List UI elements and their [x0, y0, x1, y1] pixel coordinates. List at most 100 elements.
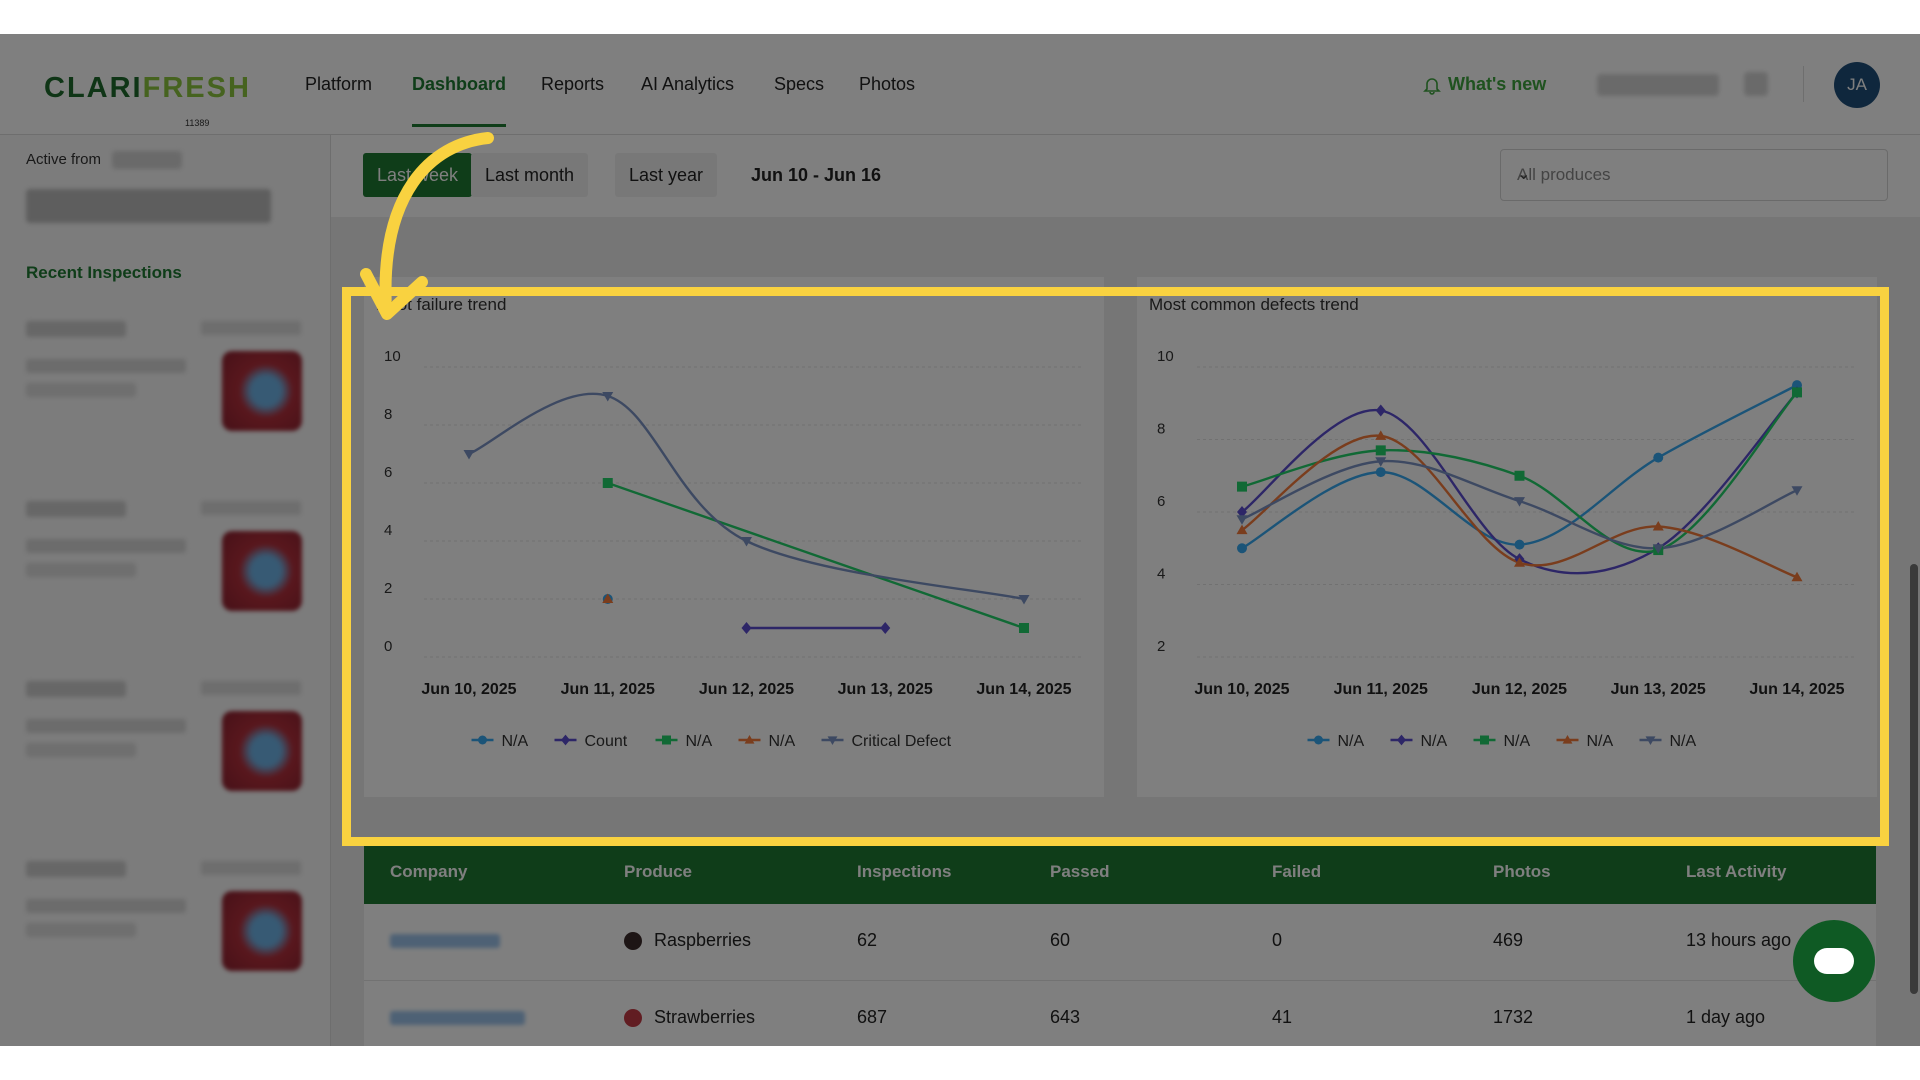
x-tick-label: Jun 12, 2025	[1472, 681, 1567, 698]
page-scrollbar[interactable]	[1910, 564, 1918, 994]
active-from-label: Active from	[26, 151, 102, 168]
x-tick-label: Jun 14, 2025	[1749, 681, 1844, 698]
date-filter-bar: Last week Last month Last year Jun 10 - …	[331, 135, 1920, 217]
photos-cell: 469	[1493, 930, 1524, 950]
data-point[interactable]	[602, 478, 613, 488]
chat-icon	[1814, 948, 1854, 974]
whats-new-label: What's new	[1448, 74, 1547, 94]
data-point[interactable]	[1792, 387, 1802, 398]
data-point[interactable]	[741, 622, 752, 634]
recent-inspection-item[interactable]	[26, 321, 306, 461]
legend-label[interactable]: N/A	[1421, 733, 1448, 750]
legend-label[interactable]: N/A	[769, 733, 796, 750]
produce-select[interactable]: All produces ⌄	[1500, 149, 1888, 201]
produce-cell: Raspberries	[624, 930, 751, 951]
legend-label[interactable]: Critical Defect	[852, 733, 952, 750]
filter-last-month[interactable]: Last month	[471, 153, 589, 197]
photos-cell: 1732	[1493, 1007, 1534, 1027]
series-line[interactable]	[607, 481, 1025, 630]
x-tick-label: Jun 14, 2025	[976, 681, 1071, 698]
legend-label[interactable]: N/A	[1504, 733, 1531, 750]
inspections-cell: 62	[857, 930, 878, 950]
data-point[interactable]	[1375, 467, 1386, 478]
company-link-blurred[interactable]	[390, 1011, 525, 1025]
column-header-company[interactable]: Company	[390, 862, 467, 882]
recent-inspection-item[interactable]	[26, 861, 306, 1001]
data-point[interactable]	[463, 450, 475, 460]
column-header-failed[interactable]: Failed	[1272, 862, 1321, 882]
inspection-thumbnail[interactable]	[222, 891, 302, 971]
x-tick-label: Jun 11, 2025	[1334, 681, 1428, 698]
data-point[interactable]	[1514, 470, 1525, 481]
inspections-cell: 687	[857, 1007, 888, 1027]
legend-label[interactable]: N/A	[502, 733, 529, 750]
header-divider	[1803, 66, 1804, 102]
series-line[interactable]	[1241, 384, 1798, 550]
nav-specs[interactable]: Specs	[774, 74, 824, 95]
legend-label[interactable]: Count	[585, 733, 628, 750]
nav-ai-analytics[interactable]: AI Analytics	[641, 74, 734, 95]
user-avatar[interactable]: JA	[1834, 62, 1880, 108]
column-header-last-activity[interactable]: Last Activity	[1686, 862, 1786, 882]
data-point[interactable]	[1653, 452, 1664, 463]
y-tick-label: 2	[1157, 638, 1165, 655]
company-name-blurred	[26, 189, 271, 223]
recent-inspection-item[interactable]	[26, 501, 306, 641]
legend-label[interactable]: N/A	[1587, 733, 1614, 750]
y-tick-label: 8	[1157, 421, 1165, 438]
x-tick-label: Jun 13, 2025	[838, 681, 933, 698]
nav-reports[interactable]: Reports	[541, 74, 604, 95]
inspection-thumbnail[interactable]	[222, 351, 302, 431]
root-failure-trend-plot: 0 2 4 6 8 10 Jun 10, 2025 Jun 11, 2025 Jun 12, 2…	[384, 348, 1084, 750]
top-navigation-bar: CLARIFRESH 11389 Platform Dashboard Repo…	[0, 34, 1920, 135]
legend-label[interactable]: N/A	[1670, 733, 1697, 750]
filter-last-week[interactable]: Last week	[363, 153, 473, 197]
legend-marker[interactable]	[1314, 735, 1323, 745]
inspection-thumbnail[interactable]	[222, 711, 302, 791]
legend-marker[interactable]	[561, 734, 570, 746]
data-point[interactable]	[1236, 515, 1248, 525]
data-point[interactable]	[1375, 404, 1386, 417]
data-point[interactable]	[1375, 445, 1386, 456]
most-common-defects-trend-chart: Most common defects trend 2 4 6 8 10 Jun 10, …	[1137, 277, 1877, 797]
recent-inspection-item[interactable]	[26, 681, 306, 821]
y-tick-label: 4	[1157, 566, 1165, 583]
legend-label[interactable]: N/A	[1338, 733, 1365, 750]
legend-marker[interactable]	[1480, 735, 1489, 745]
chat-support-button[interactable]	[1793, 920, 1875, 1002]
bell-icon	[1423, 77, 1441, 95]
data-point[interactable]	[1237, 543, 1247, 554]
legend-marker[interactable]	[478, 735, 487, 745]
company-link-blurred[interactable]	[390, 934, 500, 948]
failed-cell: 41	[1272, 1007, 1293, 1027]
y-tick-label: 2	[384, 580, 392, 597]
data-point[interactable]	[1019, 623, 1029, 633]
column-header-photos[interactable]: Photos	[1493, 862, 1551, 882]
legend-marker[interactable]	[662, 735, 671, 745]
data-point[interactable]	[1514, 539, 1525, 550]
logo-text-part2: FRESH	[142, 72, 251, 104]
settings-icon-blurred[interactable]	[1744, 72, 1768, 96]
y-tick-label: 6	[384, 464, 392, 481]
legend-marker[interactable]	[1397, 734, 1406, 746]
table-row[interactable]: Raspberries 62 60 0 469 13 hours ago	[364, 904, 1876, 981]
data-point[interactable]	[1237, 481, 1247, 492]
column-header-inspections[interactable]: Inspections	[857, 862, 951, 882]
recent-inspections-title: Recent Inspections	[26, 263, 182, 282]
nav-photos[interactable]: Photos	[859, 74, 915, 95]
legend-label[interactable]: N/A	[686, 733, 713, 750]
whats-new-button[interactable]: What's new	[1422, 74, 1546, 95]
date-range-display[interactable]: Jun 10 - Jun 16	[751, 165, 881, 186]
nav-platform[interactable]: Platform	[305, 74, 372, 95]
column-header-produce[interactable]: Produce	[624, 862, 692, 882]
column-header-passed[interactable]: Passed	[1050, 862, 1110, 882]
clarifresh-logo[interactable]: CLARIFRESH	[44, 72, 251, 105]
table-row[interactable]: Strawberries 687 643 41 1732 1 day ago	[364, 981, 1876, 1046]
raspberry-icon	[624, 932, 642, 951]
data-point[interactable]	[880, 622, 891, 634]
nav-dashboard[interactable]: Dashboard	[412, 74, 507, 127]
data-point[interactable]	[1018, 595, 1030, 605]
inspection-thumbnail[interactable]	[222, 531, 302, 611]
filter-last-year[interactable]: Last year	[615, 153, 718, 197]
user-name-blurred	[1597, 74, 1719, 96]
